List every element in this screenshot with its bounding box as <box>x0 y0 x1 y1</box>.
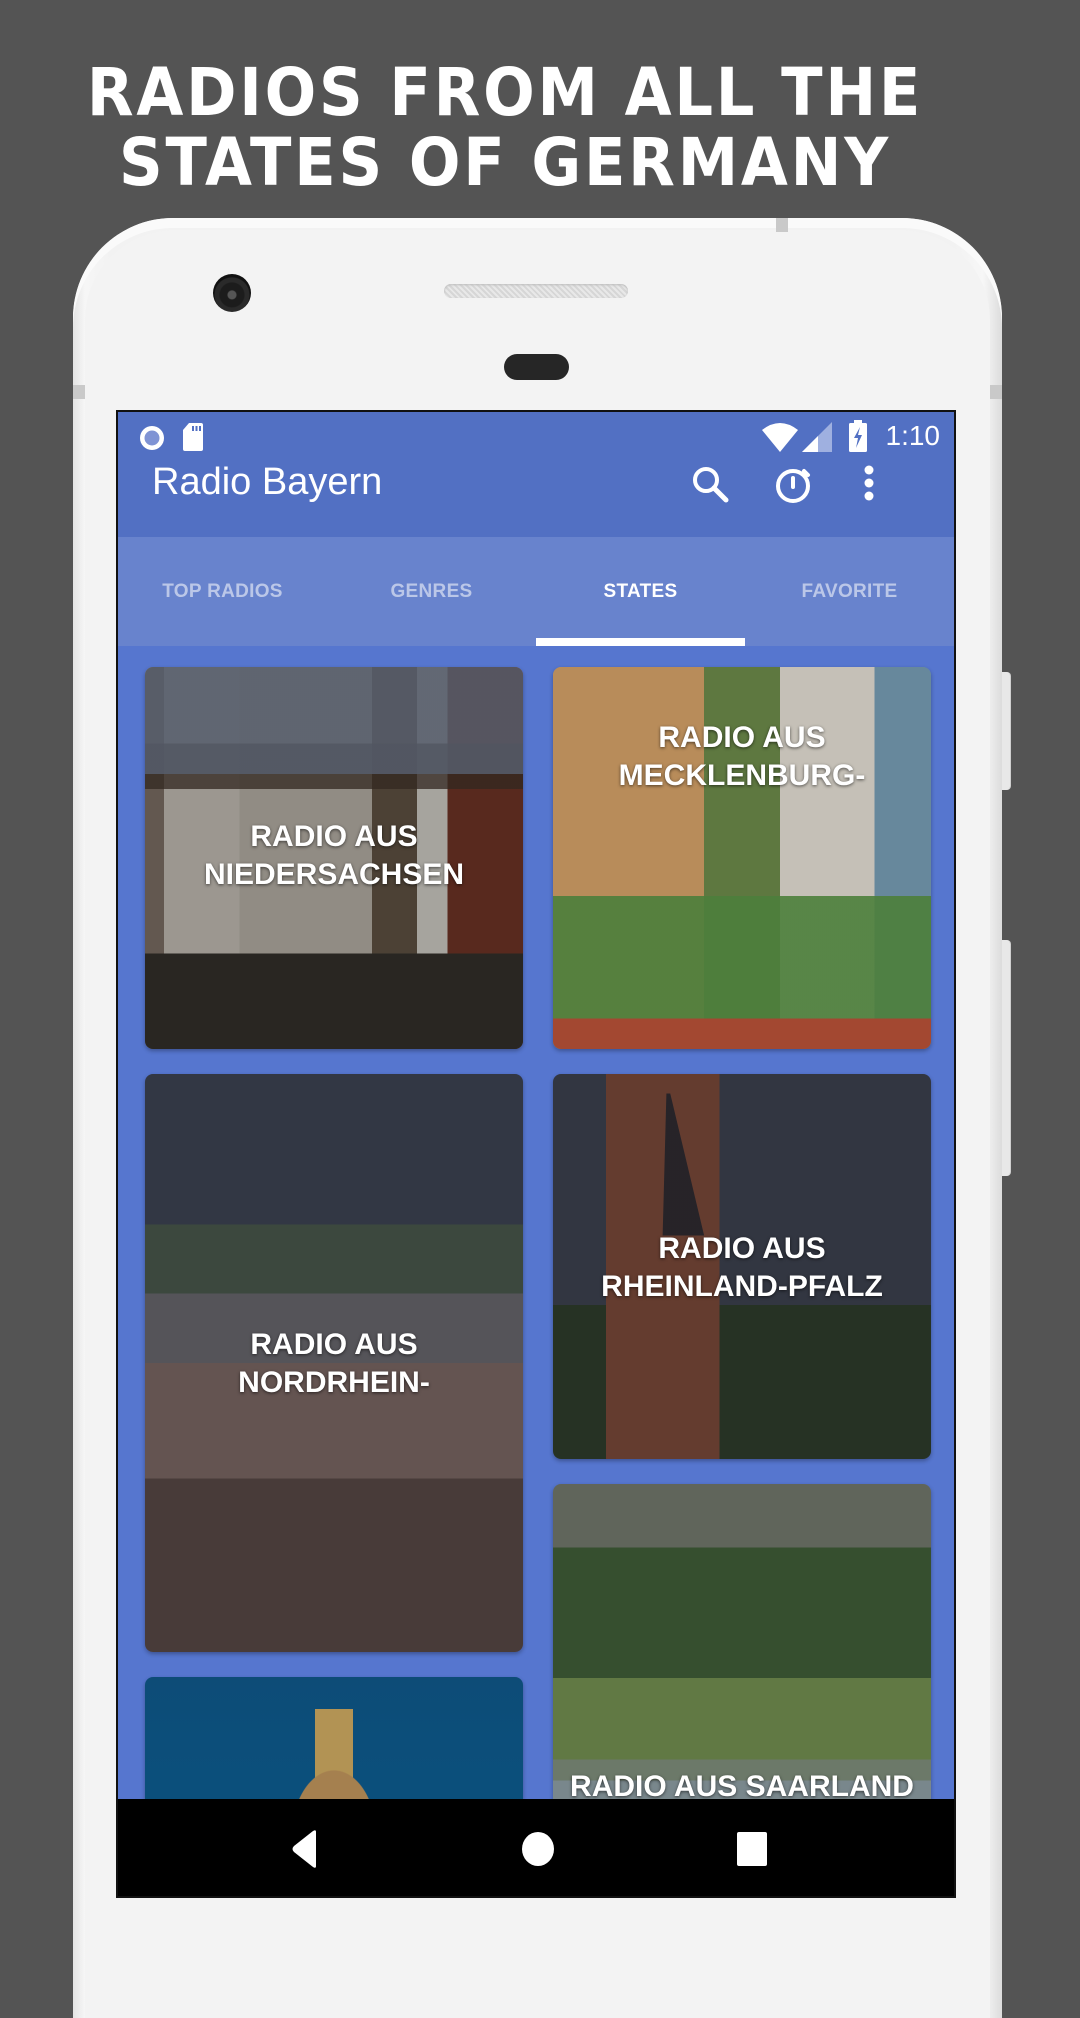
home-icon <box>522 1832 554 1866</box>
battery-charging-icon <box>849 420 867 452</box>
tab-label: FAVORITE <box>801 581 898 602</box>
state-card-nordrhein-westfalen[interactable]: RADIO AUS NORDRHEIN- <box>145 1074 523 1652</box>
timer-icon[interactable] <box>769 460 817 508</box>
earpiece-speaker <box>444 284 628 298</box>
headline-line-1: RADIOS FROM ALL THE <box>86 54 924 131</box>
tab-top-radios[interactable]: TOP RADIOS <box>118 537 327 646</box>
card-title-line-2: NORDRHEIN- <box>238 1366 430 1399</box>
system-nav-bar <box>118 1799 954 1896</box>
tab-label: GENRES <box>390 581 473 602</box>
tab-genres[interactable]: GENRES <box>327 537 536 646</box>
antenna-line-top <box>776 218 788 232</box>
back-icon <box>292 1830 316 1868</box>
tab-label: STATES <box>603 581 678 602</box>
volume-button <box>1002 940 1010 1176</box>
more-vert-icon[interactable] <box>845 460 893 508</box>
wifi-icon <box>762 423 798 452</box>
card-title-line-1: RADIO AUS <box>250 1328 418 1361</box>
search-icon[interactable] <box>686 460 734 508</box>
nav-back-button[interactable] <box>246 1799 366 1896</box>
tab-bar: TOP RADIOS GENRES STATES FAVORITE <box>118 537 954 646</box>
antenna-line-right <box>990 385 1002 399</box>
card-title-line-2: NIEDERSACHSEN <box>203 858 465 891</box>
card-title-line-2: MECKLENBURG- <box>618 759 866 792</box>
state-card-niedersachsen[interactable]: RADIO AUS NIEDERSACHSEN <box>145 667 523 1049</box>
nav-recents-button[interactable] <box>692 1799 812 1896</box>
nav-home-button[interactable] <box>478 1799 598 1896</box>
card-title-line-2: RHEINLAND-PFALZ <box>601 1270 883 1303</box>
state-card-rheinland-pfalz[interactable]: RADIO AUS RHEINLAND-PFALZ <box>553 1074 931 1459</box>
state-card-mecklenburg[interactable]: RADIO AUS MECKLENBURG- <box>553 667 931 1049</box>
proximity-sensor <box>504 354 569 380</box>
cell-signal-icon <box>802 422 832 452</box>
status-bar: 1:10 <box>118 412 954 462</box>
app-title: Radio Bayern <box>152 461 383 503</box>
promo-headline: RADIOS FROM ALL THE STATES OF GERMANY <box>40 58 969 198</box>
record-circle-icon <box>140 426 164 450</box>
front-camera <box>213 274 251 312</box>
app-bar: 1:10 Radio Bayern <box>118 412 954 537</box>
power-button <box>1002 672 1010 790</box>
phone-screen: 1:10 Radio Bayern TOP RADIOS GENRES STAT… <box>116 410 956 1898</box>
tab-label: TOP RADIOS <box>162 581 283 602</box>
status-time: 1:10 <box>885 420 941 451</box>
card-title-line-1: RADIO AUS <box>250 820 418 853</box>
tab-favorite[interactable]: FAVORITE <box>745 537 954 646</box>
headline-line-2: STATES OF GERMANY <box>119 124 891 201</box>
card-title-line-1: RADIO AUS <box>658 721 826 754</box>
sd-card-icon <box>183 423 203 451</box>
antenna-line-left <box>73 385 85 399</box>
active-tab-indicator <box>536 638 745 646</box>
recents-icon <box>737 1832 767 1866</box>
tab-states[interactable]: STATES <box>536 537 745 646</box>
card-title-line-1: RADIO AUS <box>658 1232 826 1265</box>
state-card-saarland[interactable]: RADIO AUS SAARLAND <box>553 1484 931 1837</box>
